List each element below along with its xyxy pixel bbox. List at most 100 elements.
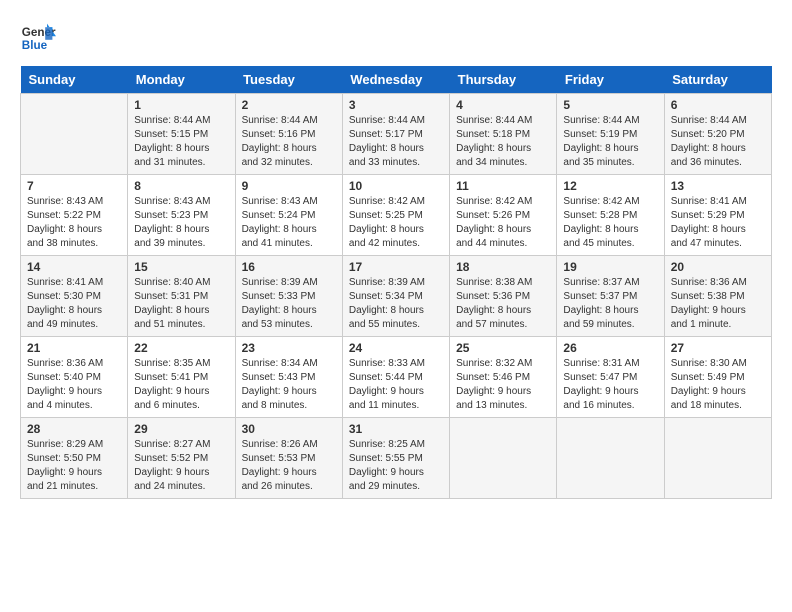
weekday-header: Sunday (21, 66, 128, 94)
weekday-header-row: SundayMondayTuesdayWednesdayThursdayFrid… (21, 66, 772, 94)
day-info: Sunrise: 8:34 AMSunset: 5:43 PMDaylight:… (242, 357, 336, 413)
sunset-text: Sunset: 5:33 PM (242, 290, 336, 304)
calendar-cell: 17Sunrise: 8:39 AMSunset: 5:34 PMDayligh… (342, 256, 449, 337)
daylight-text: Daylight: 9 hours and 13 minutes. (456, 385, 550, 413)
day-number: 16 (242, 260, 336, 274)
day-number: 17 (349, 260, 443, 274)
daylight-text: Daylight: 8 hours and 47 minutes. (671, 223, 765, 251)
daylight-text: Daylight: 9 hours and 11 minutes. (349, 385, 443, 413)
sunset-text: Sunset: 5:23 PM (134, 209, 228, 223)
weekday-header: Saturday (664, 66, 771, 94)
calendar-cell: 3Sunrise: 8:44 AMSunset: 5:17 PMDaylight… (342, 94, 449, 175)
sunrise-text: Sunrise: 8:41 AM (27, 276, 121, 290)
daylight-text: Daylight: 9 hours and 4 minutes. (27, 385, 121, 413)
day-info: Sunrise: 8:44 AMSunset: 5:18 PMDaylight:… (456, 114, 550, 170)
day-info: Sunrise: 8:36 AMSunset: 5:40 PMDaylight:… (27, 357, 121, 413)
daylight-text: Daylight: 9 hours and 18 minutes. (671, 385, 765, 413)
day-number: 20 (671, 260, 765, 274)
logo-icon: General Blue (20, 20, 56, 56)
day-info: Sunrise: 8:40 AMSunset: 5:31 PMDaylight:… (134, 276, 228, 332)
sunset-text: Sunset: 5:53 PM (242, 452, 336, 466)
calendar-cell: 22 Sunrise: 8:35 AMSunset: 5:41 PMDayligh… (128, 337, 235, 418)
sunrise-text: Sunrise: 8:42 AM (349, 195, 443, 209)
calendar-cell: 25 Sunrise: 8:32 AMSunset: 5:46 PMDayligh… (450, 337, 557, 418)
day-number: 15 (134, 260, 228, 274)
day-info: Sunrise: 8:44 AMSunset: 5:20 PMDaylight:… (671, 114, 765, 170)
day-number: 26 (563, 341, 657, 355)
daylight-text: Daylight: 8 hours and 35 minutes. (563, 142, 657, 170)
sunrise-text: Sunrise: 8:29 AM (27, 438, 121, 452)
calendar-cell: 14Sunrise: 8:41 AMSunset: 5:30 PMDayligh… (21, 256, 128, 337)
sunrise-text: Sunrise: 8:41 AM (671, 195, 765, 209)
day-number: 18 (456, 260, 550, 274)
day-number: 25 (456, 341, 550, 355)
calendar-cell (664, 418, 771, 499)
day-info: Sunrise: 8:43 AMSunset: 5:22 PMDaylight:… (27, 195, 121, 251)
day-info: Sunrise: 8:41 AMSunset: 5:29 PMDaylight:… (671, 195, 765, 251)
sunset-text: Sunset: 5:16 PM (242, 128, 336, 142)
day-number: 22 (134, 341, 228, 355)
calendar-cell: 12Sunrise: 8:42 AMSunset: 5:28 PMDayligh… (557, 175, 664, 256)
sunrise-text: Sunrise: 8:44 AM (242, 114, 336, 128)
calendar-cell: 21Sunrise: 8:36 AMSunset: 5:40 PMDayligh… (21, 337, 128, 418)
day-info: Sunrise: 8:44 AMSunset: 5:16 PMDaylight:… (242, 114, 336, 170)
sunset-text: Sunset: 5:17 PM (349, 128, 443, 142)
calendar-cell (450, 418, 557, 499)
sunrise-text: Sunrise: 8:30 AM (671, 357, 765, 371)
day-number: 2 (242, 98, 336, 112)
day-info: Sunrise: 8:42 AMSunset: 5:26 PMDaylight:… (456, 195, 550, 251)
sunrise-text: Sunrise: 8:44 AM (563, 114, 657, 128)
calendar-cell: 5Sunrise: 8:44 AMSunset: 5:19 PMDaylight… (557, 94, 664, 175)
day-info: Sunrise: 8:32 AMSunset: 5:46 PMDaylight:… (456, 357, 550, 413)
day-number: 4 (456, 98, 550, 112)
day-info: Sunrise: 8:41 AMSunset: 5:30 PMDaylight:… (27, 276, 121, 332)
day-number: 11 (456, 179, 550, 193)
sunset-text: Sunset: 5:29 PM (671, 209, 765, 223)
day-info: Sunrise: 8:36 AMSunset: 5:38 PMDaylight:… (671, 276, 765, 332)
calendar-week-row: 7Sunrise: 8:43 AMSunset: 5:22 PMDaylight… (21, 175, 772, 256)
calendar-week-row: 21Sunrise: 8:36 AMSunset: 5:40 PMDayligh… (21, 337, 772, 418)
day-info: Sunrise: 8:44 AMSunset: 5:19 PMDaylight:… (563, 114, 657, 170)
day-number: 19 (563, 260, 657, 274)
logo: General Blue (20, 20, 56, 56)
daylight-text: Daylight: 8 hours and 59 minutes. (563, 304, 657, 332)
daylight-text: Daylight: 9 hours and 24 minutes. (134, 466, 228, 494)
sunset-text: Sunset: 5:37 PM (563, 290, 657, 304)
sunrise-text: Sunrise: 8:36 AM (27, 357, 121, 371)
calendar-cell: 6Sunrise: 8:44 AMSunset: 5:20 PMDaylight… (664, 94, 771, 175)
daylight-text: Daylight: 8 hours and 31 minutes. (134, 142, 228, 170)
daylight-text: Daylight: 8 hours and 57 minutes. (456, 304, 550, 332)
daylight-text: Daylight: 8 hours and 51 minutes. (134, 304, 228, 332)
daylight-text: Daylight: 8 hours and 34 minutes. (456, 142, 550, 170)
day-info: Sunrise: 8:38 AMSunset: 5:36 PMDaylight:… (456, 276, 550, 332)
calendar-cell: 1Sunrise: 8:44 AMSunset: 5:15 PMDaylight… (128, 94, 235, 175)
daylight-text: Daylight: 8 hours and 32 minutes. (242, 142, 336, 170)
calendar-cell: 27Sunrise: 8:30 AMSunset: 5:49 PMDayligh… (664, 337, 771, 418)
daylight-text: Daylight: 8 hours and 55 minutes. (349, 304, 443, 332)
sunrise-text: Sunrise: 8:43 AM (27, 195, 121, 209)
sunset-text: Sunset: 5:49 PM (671, 371, 765, 385)
weekday-header: Tuesday (235, 66, 342, 94)
day-info: Sunrise: 8:42 AMSunset: 5:28 PMDaylight:… (563, 195, 657, 251)
daylight-text: Daylight: 9 hours and 8 minutes. (242, 385, 336, 413)
sunset-text: Sunset: 5:19 PM (563, 128, 657, 142)
daylight-text: Daylight: 9 hours and 1 minute. (671, 304, 765, 332)
calendar-cell (557, 418, 664, 499)
sunset-text: Sunset: 5:52 PM (134, 452, 228, 466)
day-number: 10 (349, 179, 443, 193)
calendar-cell: 10Sunrise: 8:42 AMSunset: 5:25 PMDayligh… (342, 175, 449, 256)
day-number: 30 (242, 422, 336, 436)
sunrise-text: Sunrise: 8:44 AM (456, 114, 550, 128)
daylight-text: Daylight: 8 hours and 38 minutes. (27, 223, 121, 251)
day-info: Sunrise: 8:43 AMSunset: 5:23 PMDaylight:… (134, 195, 228, 251)
calendar-week-row: 1Sunrise: 8:44 AMSunset: 5:15 PMDaylight… (21, 94, 772, 175)
sunset-text: Sunset: 5:36 PM (456, 290, 550, 304)
sunrise-text: Sunrise: 8:38 AM (456, 276, 550, 290)
sunrise-text: Sunrise: 8:25 AM (349, 438, 443, 452)
day-info: Sunrise: 8:35 AMSunset: 5:41 PMDaylight:… (134, 357, 228, 413)
sunset-text: Sunset: 5:46 PM (456, 371, 550, 385)
daylight-text: Daylight: 8 hours and 45 minutes. (563, 223, 657, 251)
calendar-cell: 2 Sunrise: 8:44 AMSunset: 5:16 PMDaylight… (235, 94, 342, 175)
calendar-cell: 19Sunrise: 8:37 AMSunset: 5:37 PMDayligh… (557, 256, 664, 337)
sunset-text: Sunset: 5:24 PM (242, 209, 336, 223)
